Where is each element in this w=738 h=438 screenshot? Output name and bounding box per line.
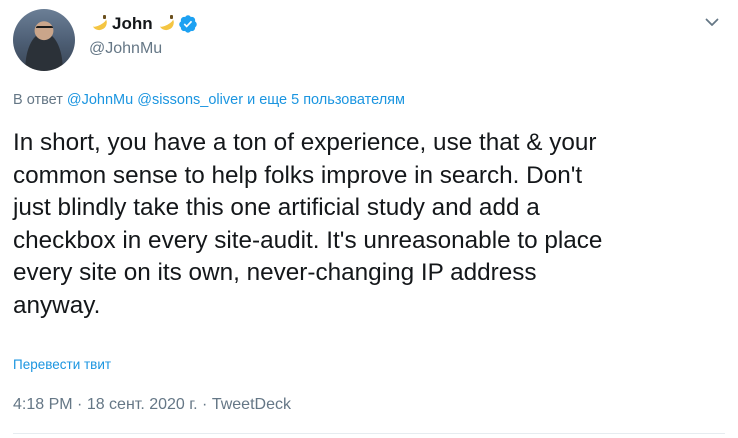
- banana-emoji-icon: [89, 14, 109, 34]
- tweet-source[interactable]: TweetDeck: [212, 396, 291, 413]
- tweet-time[interactable]: 4:18 PM: [13, 396, 73, 413]
- chevron-down-icon[interactable]: [704, 14, 720, 30]
- user-handle[interactable]: @JohnMu: [89, 40, 198, 58]
- verified-badge-icon: [178, 15, 197, 33]
- tweet-date[interactable]: 18 сент. 2020 г.: [87, 396, 198, 413]
- reply-prefix: В ответ: [13, 92, 63, 108]
- tweet-line: anyway.: [13, 291, 101, 319]
- meta-separator: ·: [72, 396, 87, 413]
- avatar[interactable]: [13, 9, 75, 71]
- display-name[interactable]: John: [112, 14, 153, 34]
- tweet-metadata: 4:18 PM · 18 сент. 2020 г. · TweetDeck: [13, 396, 291, 414]
- tweet-line: every site on its own, never-changing IP…: [13, 259, 537, 287]
- reply-others-link[interactable]: и еще 5 пользователям: [247, 92, 405, 108]
- tweet-line: checkbox in every site-audit. It's unrea…: [13, 226, 603, 254]
- mention-link[interactable]: @sissons_oliver: [137, 92, 243, 108]
- tweet-header: John @JohnMu: [89, 12, 198, 58]
- reply-context: В ответ @JohnMu @sissons_oliver и еще 5 …: [13, 92, 405, 108]
- tweet-line: In short, you have a ton of experience, …: [13, 129, 597, 156]
- mention-link[interactable]: @JohnMu: [67, 92, 133, 108]
- tweet-line: just blindly take this one artificial st…: [13, 194, 540, 222]
- tweet-line: common sense to help folks improve in se…: [13, 161, 583, 189]
- name-row[interactable]: John: [89, 12, 198, 36]
- tweet-text: In short, you have a ton of experience, …: [13, 127, 728, 323]
- meta-separator: ·: [197, 396, 212, 413]
- divider: [13, 433, 725, 434]
- avatar-glasses: [36, 26, 53, 31]
- translate-tweet-link[interactable]: Перевести твит: [13, 357, 111, 372]
- banana-emoji-icon: [156, 14, 176, 34]
